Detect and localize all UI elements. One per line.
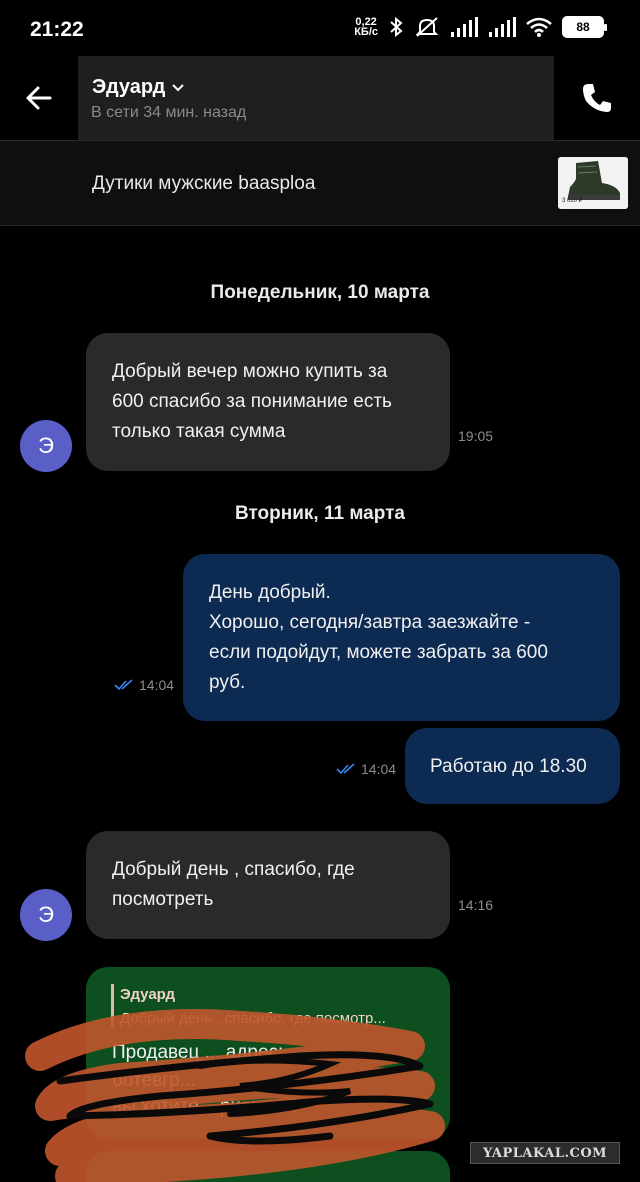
message-time-text: 19:05: [458, 428, 494, 444]
contact-name-button[interactable]: Эдуард: [92, 76, 185, 99]
product-thumbnail[interactable]: 3 020 ₽: [558, 157, 628, 209]
message-line: День добрый.: [209, 582, 331, 603]
date-separator: Понедельник, 10 марта: [210, 282, 430, 303]
status-bar: 21:22 0,22 КБ/с 88: [0, 0, 640, 56]
message-time: 14:04: [336, 761, 396, 777]
message-bubble-outgoing[interactable]: День добрый. Хорошо, сегодня/завтра заез…: [183, 554, 620, 721]
chat-header: Эдуард В сети 34 мин. назад: [0, 56, 640, 140]
date-separator: Вторник, 11 марта: [235, 503, 405, 524]
message-line: 600 спасибо за понимание есть: [112, 391, 392, 412]
message-time: 14:16: [458, 897, 493, 913]
double-check-icon: [336, 763, 355, 775]
message-line: только такая сумма: [112, 421, 286, 442]
product-title: Дутики мужские baasploa: [92, 173, 316, 194]
contact-status: В сети 34 мин. назад: [91, 104, 247, 121]
arrow-left-icon: [26, 86, 52, 110]
message-bubble-incoming[interactable]: Добрый вечер можно купить за 600 спасибо…: [86, 333, 450, 471]
status-time: 21:22: [30, 18, 84, 41]
product-banner[interactable]: Дутики мужские baasploa 3 020 ₽: [0, 140, 640, 226]
message-bubble-outgoing[interactable]: Работаю до 18.30: [405, 728, 620, 804]
message-time-text: 14:04: [361, 761, 397, 777]
network-speed: 0,22 КБ/с: [354, 17, 378, 38]
message-line: если подойдут, можете забрать за 600: [209, 642, 548, 663]
message-line: Добрый вечер можно купить за: [112, 361, 388, 382]
battery-level: 88: [576, 20, 590, 34]
message-line: Добрый день , спасибо, где: [112, 859, 355, 880]
watermark: YAPLAKAL.COM: [470, 1142, 620, 1164]
battery-icon: 88: [562, 16, 607, 38]
chat-area[interactable]: Понедельник, 10 марта Добрый вечер можно…: [0, 226, 640, 1182]
scribble-overlay: [25, 1009, 445, 1182]
message-line: руб.: [209, 672, 246, 693]
message-time: 14:04: [114, 677, 174, 693]
avatar[interactable]: Э: [20, 420, 72, 472]
wifi-icon: [526, 17, 552, 37]
message-line: посмотреть: [112, 889, 214, 910]
phone-icon: [583, 84, 611, 112]
bluetooth-icon: [390, 16, 403, 38]
message-time-text: 14:04: [139, 677, 175, 693]
call-button[interactable]: [554, 56, 640, 140]
status-icons: 0,22 КБ/с 88: [354, 16, 607, 38]
avatar[interactable]: Э: [20, 889, 72, 941]
message-bubble-incoming[interactable]: Добрый день , спасибо, где посмотреть: [86, 831, 450, 939]
double-check-icon: [114, 679, 133, 691]
back-button[interactable]: [0, 56, 78, 140]
message-line: Хорошо, сегодня/завтра заезжайте -: [209, 612, 531, 633]
message-time: 19:05: [458, 428, 493, 444]
contact-name: Эдуард: [92, 76, 166, 98]
signal-icon: [451, 17, 478, 37]
thumb-price: 3 020 ₽: [562, 198, 583, 204]
mute-icon: [415, 17, 439, 37]
signal-icon: [489, 17, 516, 37]
message-time-text: 14:16: [458, 897, 494, 913]
message-line: Работаю до 18.30: [430, 756, 587, 777]
chevron-down-icon: [172, 83, 185, 91]
network-speed-unit: КБ/с: [354, 26, 378, 38]
